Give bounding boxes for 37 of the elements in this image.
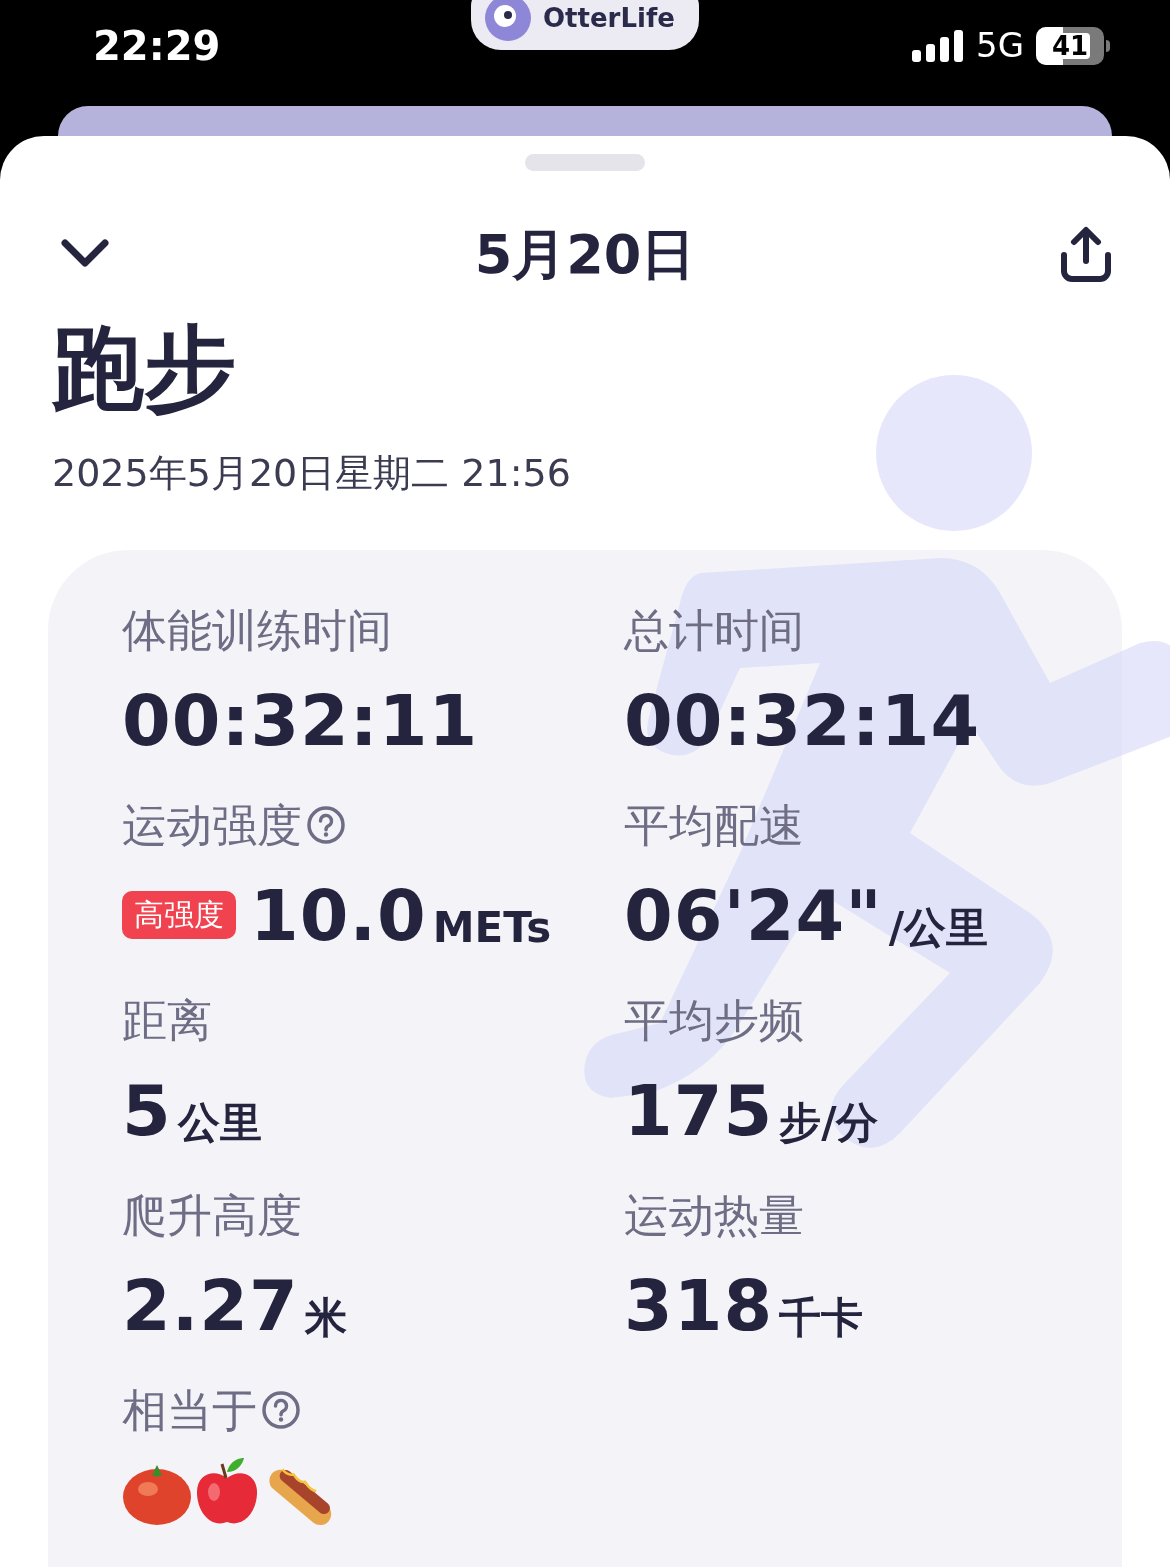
stat-label: 运动热量 (624, 1192, 804, 1238)
stat-unit: 千卡 (779, 1297, 864, 1339)
stat-value: 00:32:14 (624, 686, 981, 756)
drag-handle[interactable] (525, 154, 645, 171)
stat-label: 总计时间 (624, 607, 804, 653)
stat-value: 10.0 (250, 881, 427, 951)
status-time: 22:29 (93, 22, 221, 71)
stat-label: 相当于 (122, 1387, 257, 1433)
stat-value: 5 (122, 1076, 172, 1146)
stat-value: 06'24" (624, 881, 883, 951)
stat-value: 175 (624, 1076, 774, 1146)
workout-title: 跑步 (52, 323, 237, 415)
app-name: OtterLife (543, 1, 675, 35)
workout-datetime: 2025年5月20日星期二 21:56 (52, 450, 572, 497)
share-icon[interactable] (1058, 225, 1114, 283)
header-title: 5月20日 (474, 221, 696, 288)
stat-unit: 公里 (177, 1102, 262, 1144)
stat-unit: METs (432, 907, 552, 949)
stat-value: 2.27 (122, 1271, 299, 1341)
stat-value: 00:32:11 (122, 686, 479, 756)
app-pill[interactable]: OtterLife (471, 0, 699, 50)
stat-value: 318 (624, 1271, 774, 1341)
stat-label: 平均配速 (624, 802, 804, 848)
stat-label: 距离 (122, 997, 212, 1043)
stat-unit: /公里 (888, 907, 989, 949)
stat-label: 体能训练时间 (122, 607, 392, 653)
help-icon[interactable] (306, 805, 346, 845)
intensity-badge: 高强度 (122, 891, 236, 939)
stat-label: 爬升高度 (122, 1192, 302, 1238)
help-icon[interactable] (261, 1390, 301, 1430)
stat-unit: 步/分 (779, 1102, 879, 1144)
network-label: 5G (976, 24, 1024, 67)
stat-label: 平均步频 (624, 997, 804, 1043)
otter-logo-icon (483, 0, 533, 43)
signal-icon (912, 27, 964, 64)
stat-label: 运动强度 (122, 802, 302, 848)
stat-unit: 米 (304, 1297, 347, 1339)
